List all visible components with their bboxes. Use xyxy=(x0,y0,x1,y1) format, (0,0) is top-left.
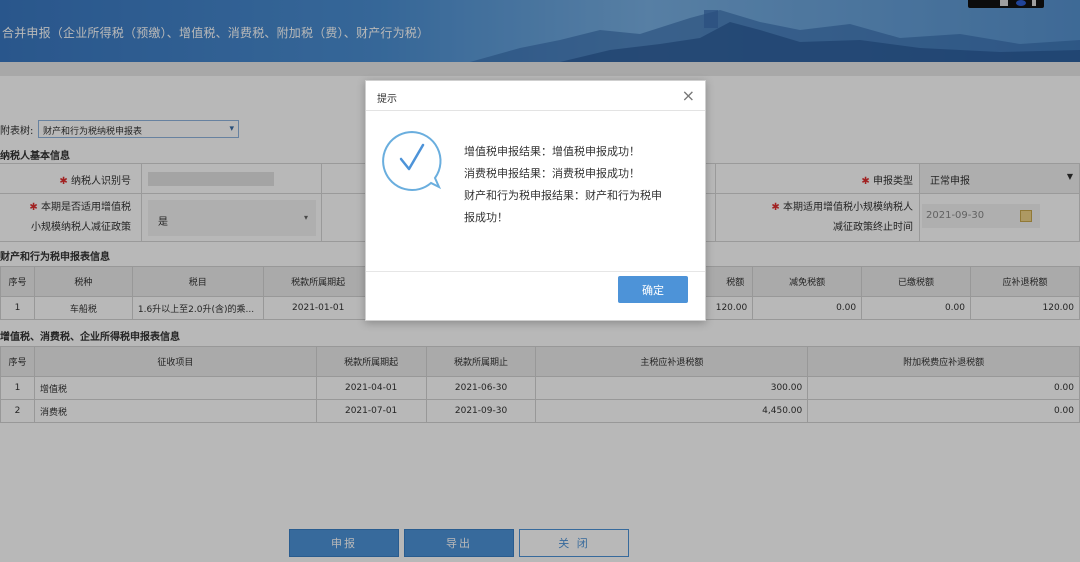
close-icon[interactable]: × xyxy=(682,86,695,105)
dialog-title: 提示 xyxy=(377,94,397,105)
vat-result-message: 增值税申报结果：增值税申报成功！ xyxy=(464,145,640,158)
success-check-icon xyxy=(382,130,442,191)
ok-button[interactable]: 确定 xyxy=(618,276,688,303)
property-result-message: 财产和行为税申报结果：财产和行为税申 xyxy=(464,189,662,202)
dialog-header: 提示 × xyxy=(366,81,705,111)
property-result-message-cont: 报成功！ xyxy=(464,211,508,224)
result-dialog: 提示 × 增值税申报结果：增值税申报成功！ 消费税申报结果：消费税申报成功！ 财… xyxy=(365,80,706,321)
consumption-result-message: 消费税申报结果：消费税申报成功！ xyxy=(464,167,640,180)
dialog-messages: 增值税申报结果：增值税申报成功！ 消费税申报结果：消费税申报成功！ 财产和行为税… xyxy=(464,141,694,229)
